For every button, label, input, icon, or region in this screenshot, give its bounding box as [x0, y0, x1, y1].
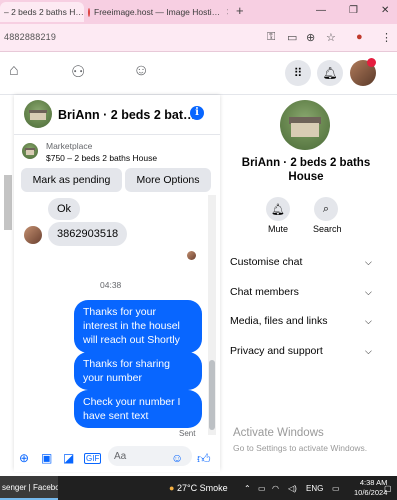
clock-time: 4:38 AM [359, 478, 388, 487]
cast-icon[interactable]: ▭ [287, 31, 297, 44]
weather-text: 27°C Smoke [176, 483, 228, 493]
outgoing-message: Thanks for your interest in the housel w… [74, 300, 202, 353]
activate-windows-subtitle: Go to Settings to activate Windows. [233, 443, 368, 453]
language-indicator[interactable]: ENG [306, 484, 323, 493]
chat-avatar[interactable] [24, 100, 52, 128]
home-icon[interactable]: ⌂ [9, 62, 19, 80]
incoming-message: 3862903518 [48, 222, 128, 246]
taskbar-clock[interactable]: 4:38 AM 10/6/2024 [354, 478, 387, 498]
page-scrollbar[interactable] [4, 175, 12, 230]
section-media-files-links[interactable]: Media, files and links [230, 315, 327, 327]
listing-title[interactable]: $750 – 2 beds 2 baths House [46, 153, 157, 163]
network-icon[interactable]: ▭ [258, 484, 266, 493]
like-icon[interactable]: 👍︎ [197, 451, 211, 467]
chevron-down-icon[interactable]: ⌵ [365, 257, 372, 268]
url-text[interactable]: 4882888219 [4, 32, 56, 42]
chevron-down-icon[interactable]: ⌵ [365, 346, 372, 357]
conversation-avatar[interactable] [280, 100, 330, 150]
browser-tab-freeimage[interactable]: Freeimage.host — Image Hosti… ✕ [88, 2, 228, 22]
profile-icon[interactable]: ● [356, 31, 363, 43]
search-icon[interactable]: ⌕ [314, 197, 338, 221]
incoming-message: Ok [48, 198, 81, 220]
sender-avatar[interactable] [24, 226, 42, 244]
mark-as-pending-button[interactable]: Mark as pending [21, 168, 122, 192]
section-privacy-support[interactable]: Privacy and support [230, 345, 323, 357]
chevron-down-icon[interactable]: ⌵ [365, 316, 372, 327]
info-icon[interactable]: i [190, 106, 204, 120]
notification-badge [367, 58, 376, 67]
gif-icon[interactable]: GIF [84, 453, 102, 464]
section-customise-chat[interactable]: Customise chat [230, 256, 302, 268]
maximize-button[interactable]: ❐ [349, 5, 358, 16]
wifi-icon[interactable]: ◠ [272, 484, 279, 493]
bookmark-star-icon[interactable]: ☆ [326, 31, 336, 44]
volume-icon[interactable]: ◁) [288, 484, 297, 493]
chat-title[interactable]: BriAnn · 2 beds 2 bat… [58, 108, 196, 122]
outgoing-message: Thanks for sharing your number [74, 352, 202, 391]
browser-tab-messenger[interactable]: – 2 beds 2 baths H… [0, 2, 84, 22]
menu-grid-icon[interactable]: ⠿ [285, 60, 311, 86]
new-tab-button[interactable]: + [236, 3, 244, 18]
tab-label: Freeimage.host — Image Hosti… [94, 7, 221, 17]
notifications-bell-icon[interactable]: 🔔︎ [317, 60, 343, 86]
seen-avatar [187, 251, 196, 260]
chevron-down-icon[interactable]: ⌵ [365, 287, 372, 298]
emoji-icon[interactable]: ☺ [171, 451, 183, 465]
sticker-icon[interactable]: ◪ [63, 451, 74, 465]
tab-label: – 2 beds 2 baths H… [4, 7, 84, 17]
weather-icon: ● [169, 483, 175, 493]
groups-icon[interactable]: ☺ [133, 62, 149, 80]
chat-scrollbar-thumb[interactable] [209, 360, 215, 430]
message-timestamp: 04:38 [100, 280, 122, 290]
notifications-icon[interactable]: ▢ [384, 484, 392, 493]
conversation-name: BriAnn · 2 beds 2 baths House [241, 157, 371, 184]
battery-icon[interactable]: ▭ [332, 484, 340, 493]
activate-windows-title: Activate Windows [233, 427, 324, 439]
listing-thumbnail [22, 143, 38, 159]
tray-chevron-icon[interactable]: ⌃ [244, 484, 251, 493]
zoom-icon[interactable]: ⊕ [306, 31, 315, 44]
outgoing-message: Check your number I have sent text [74, 390, 202, 429]
message-status: Sent [179, 429, 196, 438]
menu-kebab-icon[interactable]: ⋮ [381, 31, 392, 44]
close-window-button[interactable]: ✕ [381, 5, 389, 16]
key-icon[interactable]: ⚿ [267, 31, 275, 44]
minimize-button[interactable]: — [316, 5, 326, 16]
more-options-button[interactable]: More Options [125, 168, 211, 192]
address-bar[interactable]: 4882888219 [0, 24, 397, 52]
section-chat-members[interactable]: Chat members [230, 286, 299, 298]
tab-favicon-icon [88, 7, 90, 17]
plus-icon[interactable]: ⊕ [19, 451, 29, 465]
mute-label[interactable]: Mute [268, 224, 288, 234]
search-label[interactable]: Search [313, 224, 342, 234]
clock-date: 10/6/2024 [354, 487, 388, 497]
taskbar-app-label: senger | Facebo… [2, 482, 58, 492]
photo-icon[interactable]: ▣ [41, 451, 52, 465]
taskbar-app-messenger[interactable]: senger | Facebo… [0, 476, 58, 500]
message-placeholder: Aa [114, 450, 127, 462]
bell-icon[interactable]: 🔔︎ [266, 197, 290, 221]
tab-close-icon[interactable]: ✕ [226, 7, 228, 18]
friends-icon[interactable]: ⚇ [71, 62, 85, 82]
weather-widget[interactable]: ● 27°C Smoke [169, 483, 228, 493]
marketplace-label: Marketplace [46, 141, 93, 151]
